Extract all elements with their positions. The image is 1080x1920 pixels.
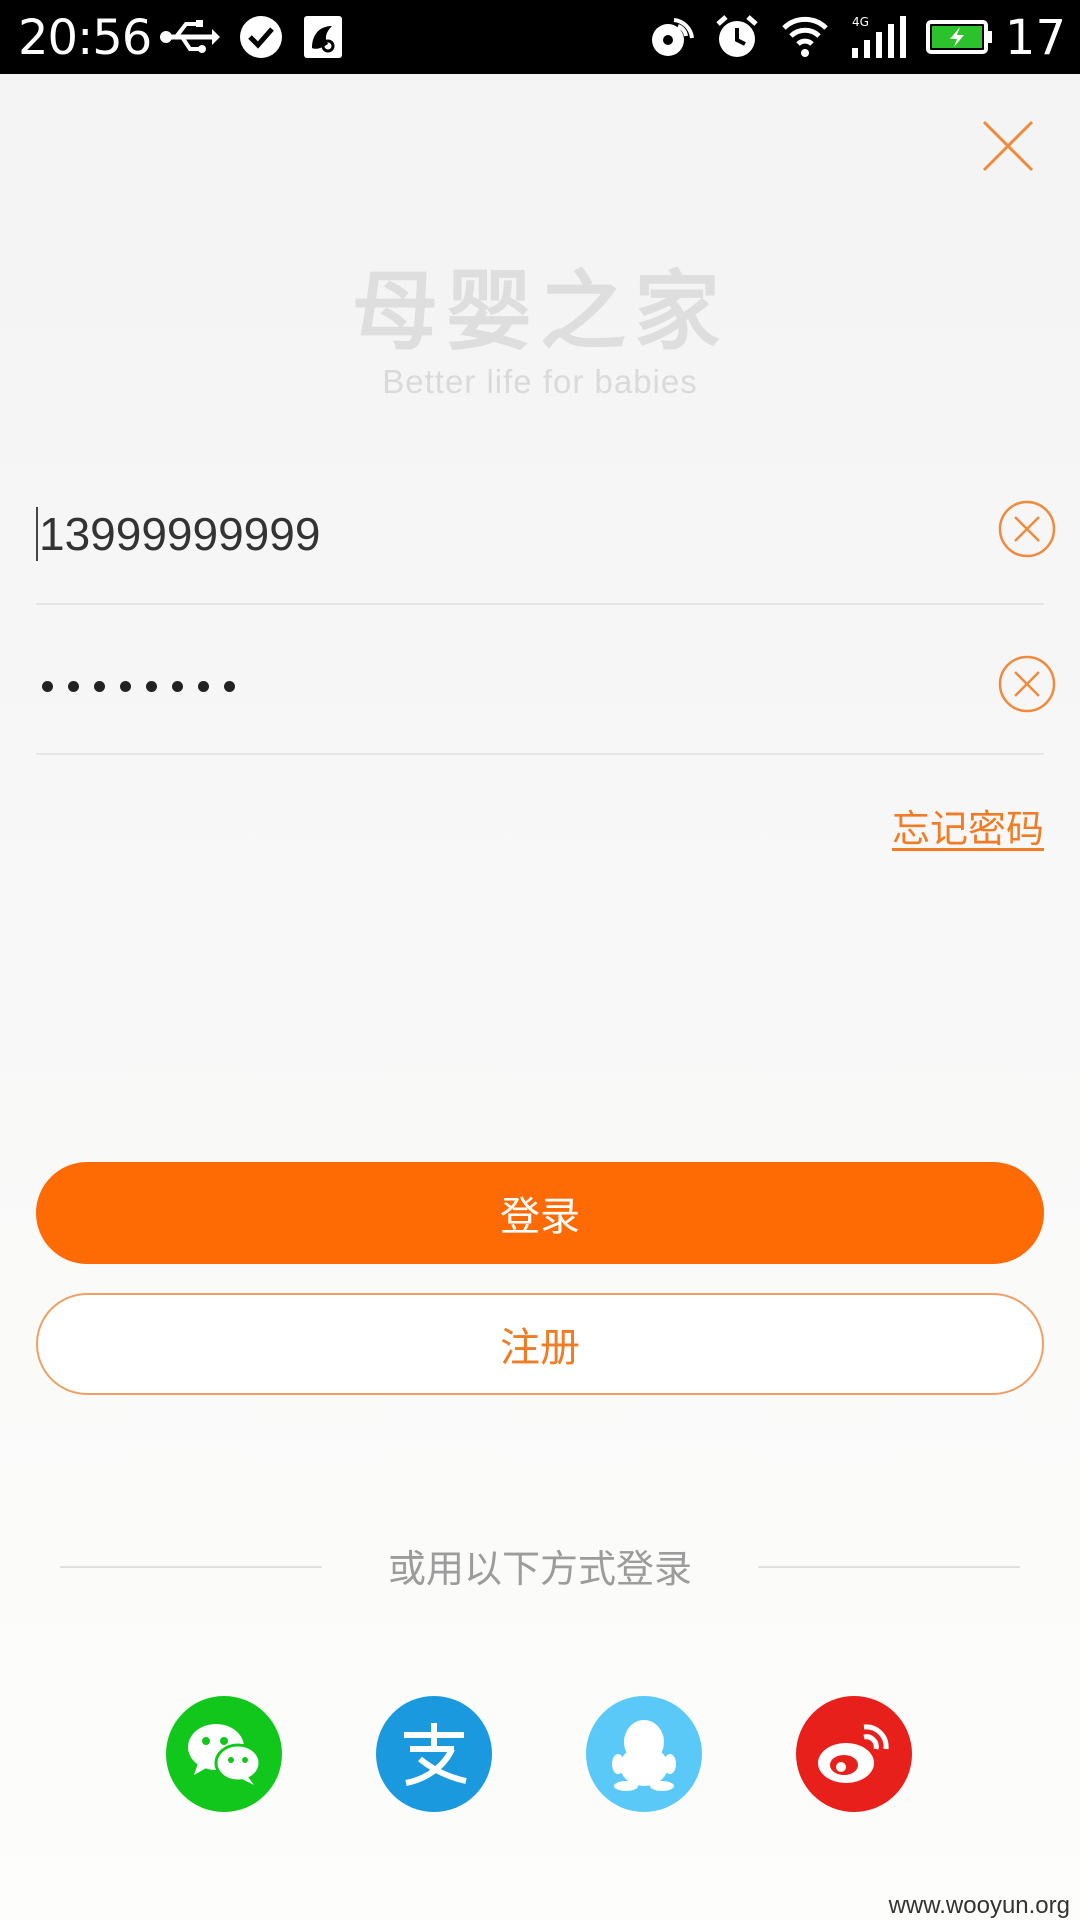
password-input[interactable] bbox=[42, 681, 235, 692]
phone-input[interactable]: 13999999999 bbox=[39, 507, 320, 561]
weibo-login-button[interactable] bbox=[796, 1696, 912, 1812]
login-button[interactable]: 登录 bbox=[36, 1162, 1044, 1264]
weibo-icon bbox=[818, 1724, 889, 1783]
alarm-icon bbox=[716, 15, 758, 57]
password-mask-dot bbox=[172, 681, 183, 692]
app-notification-icon bbox=[304, 16, 342, 58]
password-mask-dot bbox=[42, 681, 53, 692]
watermark: www.wooyun.org bbox=[888, 1892, 1070, 1919]
alipay-login-button[interactable] bbox=[376, 1696, 492, 1812]
svg-text:4G: 4G bbox=[852, 15, 869, 29]
usb-icon bbox=[160, 20, 220, 53]
password-mask-dot bbox=[94, 681, 105, 692]
password-mask-dot bbox=[68, 681, 79, 692]
wechat-login-button[interactable] bbox=[166, 1696, 282, 1812]
battery-charging-icon bbox=[926, 20, 992, 54]
brand-logo: 母婴之家 Better life for babies bbox=[340, 262, 740, 412]
phone-field[interactable]: 13999999999 bbox=[36, 485, 1056, 605]
alipay-icon bbox=[404, 1723, 467, 1786]
check-icon bbox=[240, 16, 282, 58]
wifi-icon bbox=[782, 16, 828, 57]
register-button[interactable]: 注册 bbox=[36, 1293, 1044, 1395]
status-bar: 20:56 4G 17 bbox=[0, 0, 1080, 74]
divider-right bbox=[758, 1566, 1020, 1568]
logo-title: 母婴之家 bbox=[352, 262, 728, 362]
password-mask-dot bbox=[146, 681, 157, 692]
qq-icon bbox=[612, 1720, 676, 1791]
password-mask-dot bbox=[198, 681, 209, 692]
password-mask-dot bbox=[224, 681, 235, 692]
logo-tagline: Better life for babies bbox=[382, 363, 698, 400]
clear-phone-icon[interactable] bbox=[998, 500, 1056, 558]
forgot-password-link[interactable]: 忘记密码 bbox=[892, 798, 1044, 853]
qq-login-button[interactable] bbox=[586, 1696, 702, 1812]
wechat-icon bbox=[188, 1724, 262, 1785]
signal-4g-icon: 4G bbox=[852, 15, 906, 58]
clear-password-icon[interactable] bbox=[998, 655, 1056, 713]
close-icon[interactable] bbox=[980, 118, 1036, 174]
battery-level: 17 bbox=[1004, 10, 1066, 66]
status-time: 20:56 bbox=[18, 10, 152, 66]
login-screen: 20:56 4G 17 母婴之家 Better life for babies … bbox=[0, 0, 1080, 1920]
text-cursor bbox=[36, 507, 38, 561]
password-mask-dot bbox=[120, 681, 131, 692]
rotate-icon bbox=[652, 18, 694, 56]
password-field[interactable] bbox=[36, 635, 1056, 755]
